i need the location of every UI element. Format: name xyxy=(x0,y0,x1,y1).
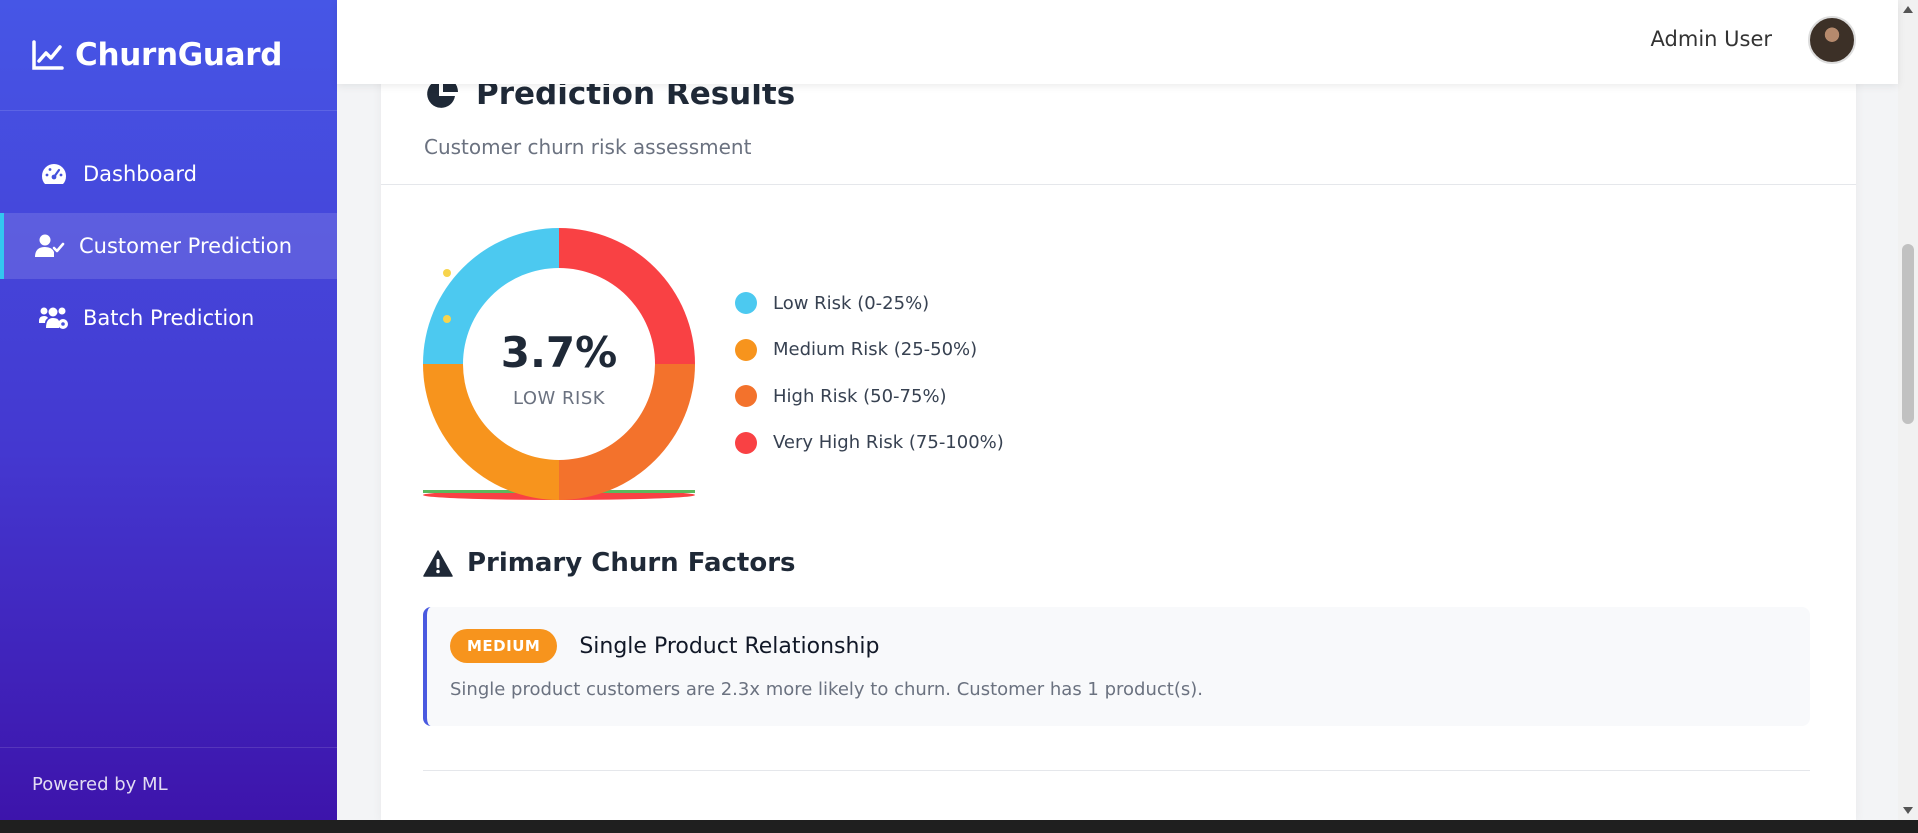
scrollbar[interactable] xyxy=(1898,0,1918,820)
sidebar-nav: Dashboard Customer Prediction Batch Pred… xyxy=(0,141,337,351)
avatar[interactable] xyxy=(1808,16,1856,64)
sidebar-item-label: Customer Prediction xyxy=(79,234,293,258)
factors-heading: Primary Churn Factors xyxy=(423,548,796,578)
risk-level-label: LOW RISK xyxy=(512,388,606,409)
prediction-results-card: Prediction Results Customer churn risk a… xyxy=(381,50,1856,820)
sidebar-item-batch-prediction[interactable]: Batch Prediction xyxy=(0,285,337,351)
risk-gauge: 3.7% LOW RISK xyxy=(423,228,695,518)
legend-item-high: High Risk (50-75%) xyxy=(735,373,1004,420)
legend-label: High Risk (50-75%) xyxy=(773,385,947,407)
legend-label: Medium Risk (25-50%) xyxy=(773,339,978,361)
sidebar-item-customer-prediction[interactable]: Customer Prediction xyxy=(0,213,337,279)
sidebar: ChurnGuard Dashboard Customer Prediction… xyxy=(0,0,337,820)
scrollbar-thumb[interactable] xyxy=(1902,244,1914,424)
users-gear-icon xyxy=(39,304,69,332)
legend-dot-medium xyxy=(735,338,757,361)
scroll-up-arrow-icon[interactable] xyxy=(1903,6,1913,13)
churn-factor-card: MEDIUM Single Product Relationship Singl… xyxy=(423,607,1810,726)
churn-factor-name: Single Product Relationship xyxy=(579,633,880,659)
chart-line-icon xyxy=(32,40,64,70)
legend-item-very-high: Very High Risk (75-100%) xyxy=(735,420,1004,467)
sidebar-item-label: Dashboard xyxy=(83,162,197,186)
sidebar-footer: Powered by ML xyxy=(0,747,337,820)
user-name[interactable]: Admin User xyxy=(1651,27,1772,51)
legend-label: Low Risk (0-25%) xyxy=(773,292,930,314)
scroll-down-arrow-icon[interactable] xyxy=(1903,807,1913,814)
severity-badge: MEDIUM xyxy=(450,629,558,663)
sidebar-item-dashboard[interactable]: Dashboard xyxy=(0,141,337,207)
taskbar xyxy=(0,820,1918,833)
risk-percentage: 3.7% xyxy=(500,328,618,377)
gauge-marker xyxy=(443,315,451,323)
legend-dot-low xyxy=(735,292,757,315)
brand-name: ChurnGuard xyxy=(75,37,283,73)
page-subtitle: Customer churn risk assessment xyxy=(424,135,752,159)
legend-item-low: Low Risk (0-25%) xyxy=(735,280,1004,327)
churn-factor-description: Single product customers are 2.3x more l… xyxy=(450,679,1203,700)
legend-dot-high xyxy=(735,385,757,408)
legend-label: Very High Risk (75-100%) xyxy=(773,432,1004,454)
sidebar-item-label: Batch Prediction xyxy=(83,306,255,330)
user-check-icon xyxy=(35,232,65,260)
top-bar: Admin User xyxy=(337,0,1898,84)
churn-factor-header: MEDIUM Single Product Relationship xyxy=(450,629,880,663)
section-divider xyxy=(423,770,1810,771)
risk-legend: Low Risk (0-25%) Medium Risk (25-50%) Hi… xyxy=(735,280,1004,466)
gauge-marker xyxy=(443,269,451,277)
dashboard-gauge-icon xyxy=(39,160,69,188)
warning-triangle-icon xyxy=(423,549,453,577)
brand[interactable]: ChurnGuard xyxy=(0,0,337,111)
factors-heading-text: Primary Churn Factors xyxy=(467,548,796,578)
legend-dot-very-high xyxy=(735,431,757,454)
legend-item-medium: Medium Risk (25-50%) xyxy=(735,327,1004,374)
